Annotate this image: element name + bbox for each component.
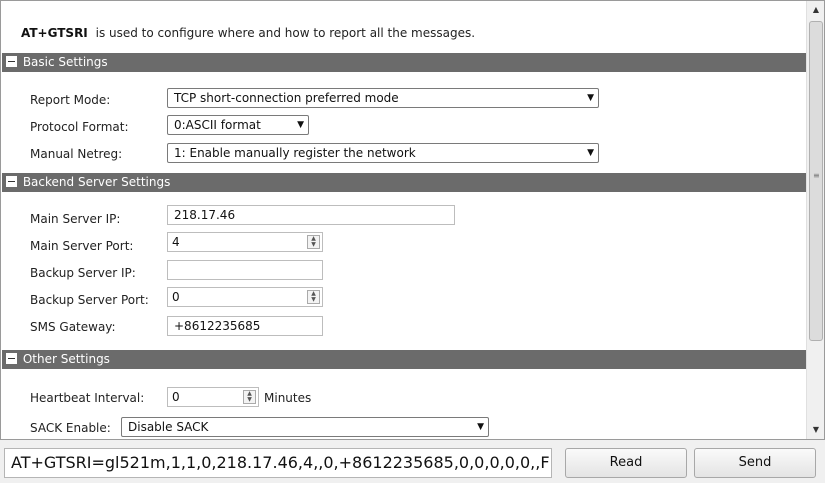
send-button[interactable]: Send [694, 448, 816, 478]
section-backend-server-settings[interactable]: Backend Server Settings [2, 173, 806, 192]
protocol-format-value: 0:ASCII format [174, 118, 261, 132]
heartbeat-unit: Minutes [264, 391, 312, 405]
scroll-up-icon[interactable]: ▲ [807, 1, 824, 19]
report-mode-value: TCP short-connection preferred mode [174, 91, 399, 105]
spinner-icon[interactable]: ▲ ▼ [243, 390, 256, 404]
vertical-scrollbar[interactable]: ▲ ≡ ▼ [806, 1, 824, 439]
manual-netreg-select[interactable]: 1: Enable manually register the network … [167, 143, 599, 163]
section-other-settings[interactable]: Other Settings [2, 350, 806, 369]
heartbeat-interval-stepper[interactable]: 0 ▲ ▼ [167, 387, 259, 407]
read-button[interactable]: Read [565, 448, 687, 478]
intro-command: AT+GTSRI [21, 26, 88, 40]
backup-server-port-value: 0 [172, 290, 180, 304]
manual-netreg-value: 1: Enable manually register the network [174, 146, 416, 160]
backup-server-ip-label: Backup Server IP: [30, 266, 136, 280]
heartbeat-interval-value: 0 [172, 390, 180, 404]
main-server-port-label: Main Server Port: [30, 239, 134, 253]
chevron-down-icon: ▼ [297, 120, 304, 130]
backup-server-port-label: Backup Server Port: [30, 293, 149, 307]
settings-content: AT+GTSRI is used to configure where and … [1, 1, 807, 439]
chevron-down-icon: ▼ [587, 148, 594, 158]
report-mode-select[interactable]: TCP short-connection preferred mode ▼ [167, 88, 599, 108]
main-server-port-value: 4 [172, 235, 180, 249]
backup-server-ip-input[interactable] [167, 260, 323, 280]
scrollbar-thumb[interactable]: ≡ [809, 21, 823, 341]
section-basic-settings[interactable]: Basic Settings [2, 53, 806, 72]
collapse-icon[interactable] [6, 353, 17, 364]
backup-server-port-stepper[interactable]: 0 ▲ ▼ [167, 287, 323, 307]
chevron-down-icon: ▼ [477, 422, 484, 432]
main-server-ip-label: Main Server IP: [30, 212, 121, 226]
sms-gateway-input[interactable]: +8612235685 [167, 316, 323, 336]
section-title: Basic Settings [22, 55, 108, 69]
grip-icon: ≡ [813, 171, 820, 180]
scroll-down-icon[interactable]: ▼ [807, 421, 824, 439]
report-mode-label: Report Mode: [30, 93, 111, 107]
sack-enable-value: Disable SACK [128, 420, 209, 434]
sack-enable-label: SACK Enable: [30, 421, 111, 435]
section-title: Backend Server Settings [22, 175, 171, 189]
main-server-port-stepper[interactable]: 4 ▲ ▼ [167, 232, 323, 252]
command-bar: AT+GTSRI=gl521m,1,1,0,218.17.46,4,,0,+86… [0, 440, 825, 483]
intro-text: AT+GTSRI is used to configure where and … [21, 26, 475, 40]
sms-gateway-label: SMS Gateway: [30, 320, 116, 334]
collapse-icon[interactable] [6, 56, 17, 67]
collapse-icon[interactable] [6, 176, 17, 187]
settings-panel: AT+GTSRI is used to configure where and … [0, 0, 825, 440]
heartbeat-interval-label: Heartbeat Interval: [30, 391, 145, 405]
manual-netreg-label: Manual Netreg: [30, 147, 123, 161]
spinner-icon[interactable]: ▲ ▼ [307, 235, 320, 249]
section-title: Other Settings [22, 352, 110, 366]
main-server-ip-input[interactable]: 218.17.46 [167, 205, 455, 225]
spinner-icon[interactable]: ▲ ▼ [307, 290, 320, 304]
protocol-format-select[interactable]: 0:ASCII format ▼ [167, 115, 309, 135]
intro-description: is used to configure where and how to re… [95, 26, 476, 40]
chevron-down-icon: ▼ [587, 93, 594, 103]
protocol-format-label: Protocol Format: [30, 120, 129, 134]
sack-enable-select[interactable]: Disable SACK ▼ [121, 417, 489, 437]
command-input[interactable]: AT+GTSRI=gl521m,1,1,0,218.17.46,4,,0,+86… [4, 448, 552, 478]
